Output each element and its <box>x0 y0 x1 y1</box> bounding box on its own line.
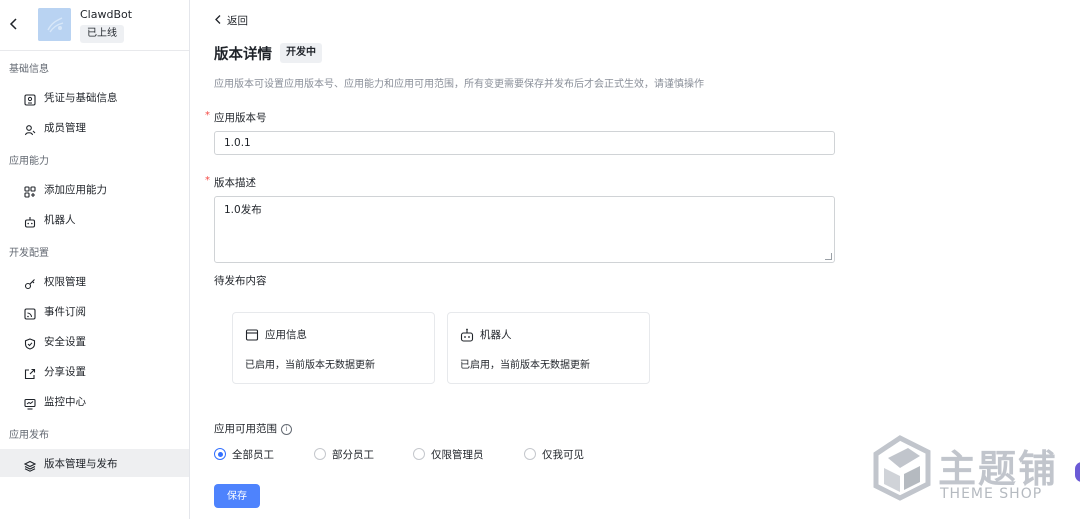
page-title: 版本详情 <box>214 47 272 63</box>
layers-icon <box>23 457 37 472</box>
pending-card-robot: 机器人 已启用，当前版本无数据更新 <box>447 312 650 384</box>
chevron-left-icon <box>214 15 222 27</box>
group-title-basic: 基础信息 <box>9 64 49 75</box>
app-name: ClawdBot <box>80 8 133 21</box>
watermark-en: THEME SHOP <box>940 486 1043 502</box>
watermark-cn: 主题铺 <box>938 447 1059 491</box>
sidebar-item-versions[interactable]: 版本管理与发布 <box>0 449 189 477</box>
app-header: ClawdBot 已上线 <box>0 0 189 51</box>
pending-label: 待发布内容 <box>214 275 267 287</box>
share-icon <box>24 365 36 380</box>
resize-grip-icon[interactable] <box>825 253 832 260</box>
sidebar-item-label: 事件订阅 <box>44 306 86 318</box>
shield-icon <box>24 335 36 350</box>
theme-shop-logo-icon <box>870 434 936 504</box>
radio-dot <box>314 448 326 460</box>
required-mark: * <box>205 110 210 121</box>
add-capability-icon <box>24 183 36 198</box>
sidebar-item-share[interactable]: 分享设置 <box>0 357 189 385</box>
robot-icon <box>24 213 36 228</box>
sidebar-item-events[interactable]: 事件订阅 <box>0 297 189 325</box>
card-text: 已启用，当前版本无数据更新 <box>460 360 590 371</box>
card-text: 已启用，当前版本无数据更新 <box>245 360 375 371</box>
chevron-left-icon[interactable] <box>7 17 21 31</box>
sidebar-item-permissions[interactable]: 权限管理 <box>0 267 189 295</box>
scope-label: 应用可用范围 i <box>214 421 292 436</box>
back-link[interactable]: 返回 <box>214 13 248 28</box>
member-icon <box>24 121 36 136</box>
info-icon[interactable]: i <box>281 424 292 435</box>
back-label: 返回 <box>227 15 248 27</box>
sidebar-item-label: 凭证与基础信息 <box>44 92 118 104</box>
sidebar-item-label: 版本管理与发布 <box>44 458 118 470</box>
sidebar-item-label: 分享设置 <box>44 366 86 378</box>
card-title: 应用信息 <box>265 329 307 341</box>
card-title: 机器人 <box>480 329 512 341</box>
sidebar-item-members[interactable]: 成员管理 <box>0 113 189 141</box>
sidebar-item-label: 安全设置 <box>44 336 86 348</box>
required-mark: * <box>205 175 210 186</box>
sidebar-item-label: 监控中心 <box>44 396 86 408</box>
sidebar-item-monitor[interactable]: 监控中心 <box>0 387 189 415</box>
version-input[interactable]: 1.0.1 <box>214 131 835 155</box>
pending-card-app-info: 应用信息 已启用，当前版本无数据更新 <box>232 312 435 384</box>
robot-icon <box>460 327 474 342</box>
app-logo <box>38 8 71 41</box>
sidebar-item-label: 成员管理 <box>44 122 86 134</box>
app-info-icon <box>245 327 259 341</box>
sidebar: ClawdBot 已上线 基础信息 凭证与基础信息 成员管理 应用能力 添加应用… <box>0 0 190 519</box>
permission-icon <box>24 275 36 290</box>
group-title-dev: 开发配置 <box>9 248 49 259</box>
group-title-release: 应用发布 <box>9 430 49 441</box>
sidebar-item-label: 机器人 <box>44 214 76 226</box>
sidebar-item-credentials[interactable]: 凭证与基础信息 <box>0 83 189 111</box>
dev-status-badge: 开发中 <box>280 43 322 63</box>
app-status-badge: 已上线 <box>80 25 124 43</box>
sidebar-item-robot[interactable]: 机器人 <box>0 205 189 233</box>
group-title-capability: 应用能力 <box>9 156 49 167</box>
sidebar-item-label: 权限管理 <box>44 276 86 288</box>
save-button[interactable]: 保存 <box>214 484 260 508</box>
radio-dot <box>214 448 226 460</box>
sidebar-item-label: 添加应用能力 <box>44 184 107 196</box>
credential-icon <box>24 91 36 106</box>
sidebar-item-security[interactable]: 安全设置 <box>0 327 189 355</box>
sidebar-item-add-capability[interactable]: 添加应用能力 <box>0 175 189 203</box>
event-icon <box>24 305 36 320</box>
version-desc-label: * 版本描述 <box>205 175 256 189</box>
floating-assistant-bubble[interactable] <box>1075 462 1080 482</box>
radio-dot <box>413 448 425 460</box>
version-label: * 应用版本号 <box>205 110 267 124</box>
radio-dot <box>524 448 536 460</box>
textarea-value: 1.0发布 <box>224 204 262 216</box>
page-description: 应用版本可设置应用版本号、应用能力和应用可用范围，所有变更需要保存并发布后才会正… <box>214 79 704 90</box>
monitor-icon <box>24 395 36 410</box>
version-desc-textarea[interactable]: 1.0发布 <box>214 196 835 263</box>
watermark: 主题铺 THEME SHOP <box>870 432 1080 510</box>
